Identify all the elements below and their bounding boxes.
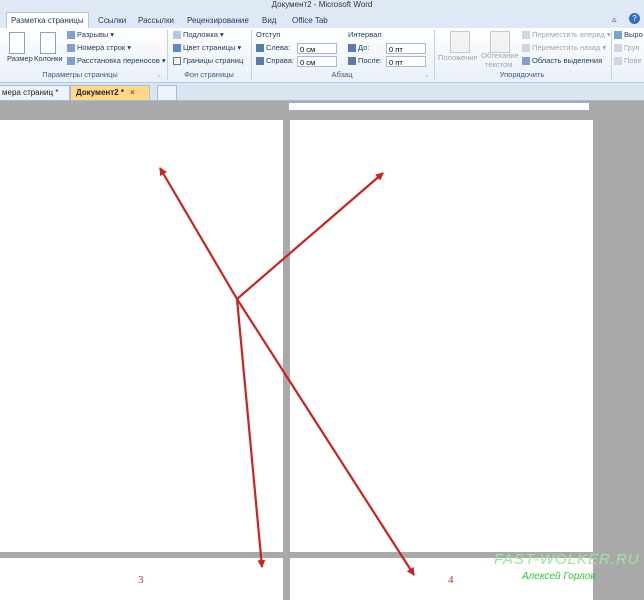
annotation-arrows (159, 167, 415, 576)
watermark-site: FAST-WOLKER.RU (494, 551, 640, 568)
watermark-author: Алексей Горлов (522, 571, 596, 582)
arrow-up-left (159, 167, 238, 300)
arrow-up-right (236, 172, 384, 300)
arrow-down-right (236, 298, 415, 576)
arrow-down-left (235, 298, 266, 568)
